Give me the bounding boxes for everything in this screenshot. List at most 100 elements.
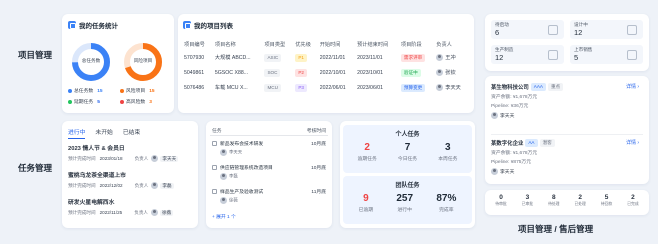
cell-name[interactable]: 大规模 ABCD...: [213, 50, 263, 65]
task-title: 研发火星电解西水: [68, 200, 115, 206]
stat-icon: [548, 50, 558, 60]
personal-team-card: 个人任务 2 逾期任务 7 今日任务 3 本周任务 团队任务 9 已逾期 257 进行中 87% 完…: [340, 121, 475, 228]
type-badge: MCU: [264, 83, 281, 92]
avatar: [491, 168, 498, 176]
legend-value: 5: [97, 100, 100, 105]
tab-0[interactable]: 进行中: [68, 127, 86, 139]
checkbox[interactable]: [212, 141, 217, 146]
stat-label: 逾期任务: [357, 157, 377, 162]
status-stat[interactable]: 设计中 12: [570, 20, 643, 39]
stat-icon: [627, 25, 637, 35]
table-row[interactable]: 5049861 5GSOC X88... SOC P2 2022/10/01 2023/1…: [182, 65, 470, 80]
count-label: 已审批: [521, 202, 534, 206]
cell-name[interactable]: 5GSOC X88...: [213, 65, 263, 80]
cell-owner: 李天天: [445, 84, 461, 91]
legend-label: 风险项目: [126, 89, 146, 94]
column-header: 优先级: [295, 41, 311, 48]
stat-icon: [548, 25, 558, 35]
divider: [210, 135, 328, 136]
donut-risk-label: 风险项目: [133, 58, 153, 63]
count-item[interactable]: 5 待回款: [595, 194, 619, 207]
todo-time: 10月底: [311, 142, 326, 147]
tab-1[interactable]: 未开始: [95, 127, 112, 139]
detail-link[interactable]: 详情 ›: [626, 83, 639, 90]
project-list-card: 我的项目列表 项目编号 项目名称 项目类型 优先级 开始时间 预计结束时间 项目阶段 负责人 …: [178, 14, 474, 113]
section-task-label: 任务管理: [18, 163, 53, 173]
status-stat[interactable]: 待启动 6: [491, 20, 564, 39]
task-item[interactable]: 2023 情人节 & 会员日 预计完成时间 2023/01/18 负责人 李天天: [68, 143, 194, 170]
owner-label: 负责人: [134, 209, 149, 215]
stat-label: 完成率: [439, 208, 454, 213]
project-table: 项目编号 项目名称 项目类型 优先级 开始时间 预计结束时间 项目阶段 负责人 5707930…: [182, 38, 470, 95]
legend-dot: [120, 99, 124, 104]
customers-card: 某生物科技公司 AAA 重点 详情 › 资产余额: ¥1,678万元 Pipeline: …: [485, 76, 649, 184]
status-stat[interactable]: 上市销售 5: [570, 45, 643, 64]
avatar: [436, 54, 444, 62]
todo-item[interactable]: 新品发布会技术研发 李天天 10月底: [212, 140, 326, 164]
personal-stat[interactable]: 3 本周任务: [438, 142, 457, 162]
todo-item[interactable]: 样品生产及验收测试 徐薇 11月底: [212, 188, 326, 212]
count-label: 待审批: [495, 202, 507, 206]
todo-card: 任务 考核时间 新品发布会技术研发 李天天 10月底 供应链管理系统改造项目 李磊 10月…: [206, 121, 332, 228]
avatar: [436, 84, 444, 92]
checkbox[interactable]: [212, 165, 217, 170]
stats-title: 我的任务统计: [79, 23, 118, 30]
stat-icon: [627, 50, 637, 60]
task-date: 2022/12/02: [99, 183, 123, 188]
customer-tag: 潜客: [539, 139, 555, 147]
count-item[interactable]: 0 待审批: [489, 194, 513, 207]
section-project-label: 项目管理: [18, 50, 53, 60]
cell-start: 2022/06/01: [319, 84, 346, 91]
todo-item[interactable]: 供应链管理系统改造项目 李磊 10月底: [212, 164, 326, 188]
stat-label: 已逾期: [358, 208, 374, 213]
status-stat[interactable]: 生产制造 12: [491, 45, 564, 64]
owner-label: 负责人: [134, 182, 149, 188]
cell-name[interactable]: 车载 MCU X...: [213, 80, 263, 95]
todo-owner: 李天天: [229, 149, 243, 155]
personal-stat[interactable]: 7 今日任务: [398, 142, 417, 162]
checkbox[interactable]: [212, 189, 217, 194]
customer-detail: 资产余额: ¥1,678万元: [491, 95, 538, 100]
stage-badge: 验证中: [400, 68, 421, 77]
column-header: 开始时间: [319, 41, 341, 48]
cell-owner: 王冲: [445, 54, 456, 61]
team-stat[interactable]: 87% 完成率: [436, 193, 456, 213]
task-item[interactable]: 研发火星电解西水 预计完成时间 2022/11/25 负责人 徐薇: [68, 197, 194, 224]
table-row[interactable]: 5076486 车载 MCU X... MCU P3 2022/06/01 2023/06…: [182, 80, 470, 95]
column-header: 项目类型: [264, 41, 286, 48]
detail-link[interactable]: 详情 ›: [626, 139, 639, 146]
count-label: 待回款: [600, 202, 613, 206]
count-item[interactable]: 2 已处理: [568, 194, 592, 207]
team-stat[interactable]: 257 进行中: [396, 193, 413, 213]
type-badge: SOC: [264, 68, 281, 77]
team-stat[interactable]: 9 已逾期: [359, 193, 373, 213]
todo-more-link[interactable]: + 展开 1 个: [212, 213, 236, 220]
count-item[interactable]: 3 已审批: [515, 194, 539, 207]
owner-label: 负责人: [134, 155, 149, 161]
legend-dot: [68, 88, 72, 93]
avatar: [220, 149, 227, 156]
legend-item: 总任务数 15: [68, 87, 120, 94]
legend-label: 高风险数: [126, 100, 146, 105]
date-label: 预计完成时间: [68, 209, 96, 215]
column-header: 项目编号: [184, 41, 205, 48]
column-header: 项目名称: [214, 41, 236, 48]
stat-value: 9: [363, 193, 369, 204]
customer-detail: 资产余额: ¥1,678万元: [491, 151, 538, 156]
legend-value: 15: [149, 89, 155, 94]
section-aftersale-label: 项目管理 / 售后管理: [518, 224, 594, 234]
priority-badge: P2: [295, 68, 307, 77]
count-item[interactable]: 8 待处理: [542, 194, 566, 207]
count-item[interactable]: 2 已完成: [621, 194, 645, 207]
customer-tag: AAA: [530, 83, 546, 91]
task-item[interactable]: 蜜桃乌龙茶全渠道上市 预计完成时间 2022/12/02 负责人 李磊: [68, 170, 194, 197]
date-label: 预计完成时间: [68, 155, 96, 161]
tab-2[interactable]: 已结束: [123, 127, 140, 139]
legend-value: 15: [97, 89, 103, 94]
avatar: [151, 155, 159, 162]
task-date: 2022/11/25: [99, 210, 123, 215]
personal-title: 个人任务: [395, 132, 420, 138]
personal-stat[interactable]: 2 逾期任务: [358, 142, 377, 162]
legend-item: 延期任务 5: [68, 98, 120, 105]
table-row[interactable]: 5707930 大规模 ABCD... ASIC P1 2022/11/01 2023/1…: [182, 50, 470, 65]
